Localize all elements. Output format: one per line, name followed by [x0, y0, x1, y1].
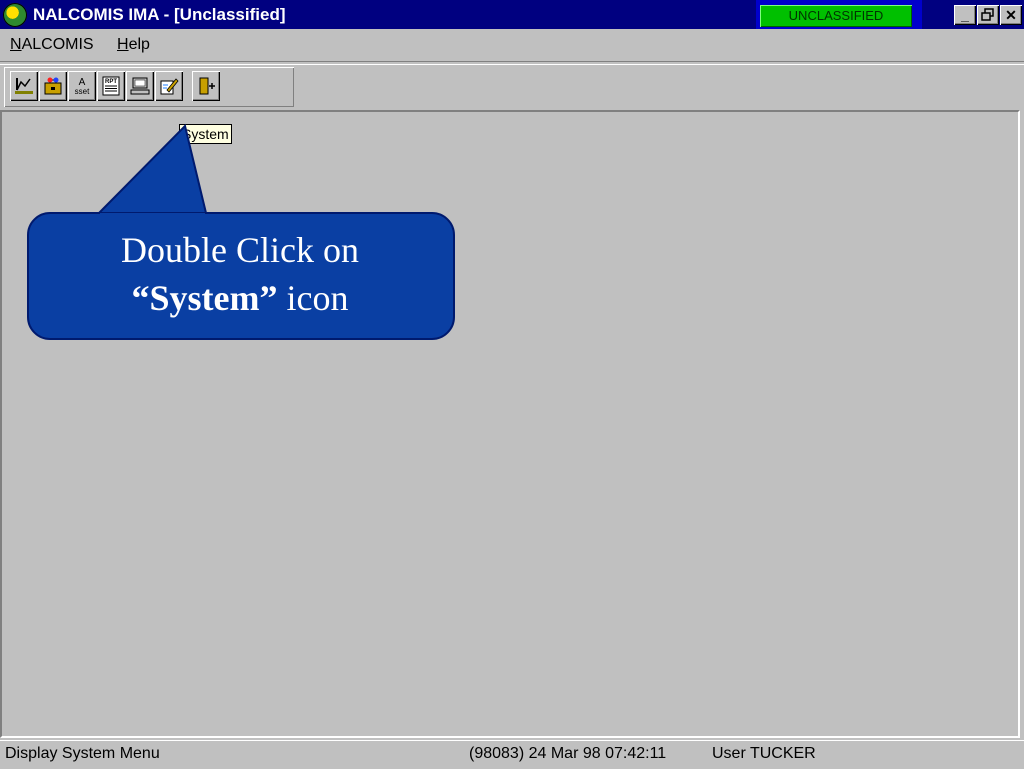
callout-text: Double Click on “System” icon	[28, 226, 452, 322]
status-user: User TUCKER	[712, 745, 816, 762]
status-bar: Display System Menu (98083) 24 Mar 98 07…	[0, 740, 1024, 769]
callout-line-2-rest: icon	[277, 278, 349, 318]
callout-line-2: “System” icon	[28, 274, 452, 322]
status-session: (98083) 24 Mar 98 07:42:11	[469, 745, 667, 762]
callout-emphasis: “System”	[131, 278, 278, 318]
callout-line-1: Double Click on	[121, 230, 359, 270]
callout-shape	[27, 124, 455, 340]
status-message: Display System Menu	[5, 745, 160, 762]
